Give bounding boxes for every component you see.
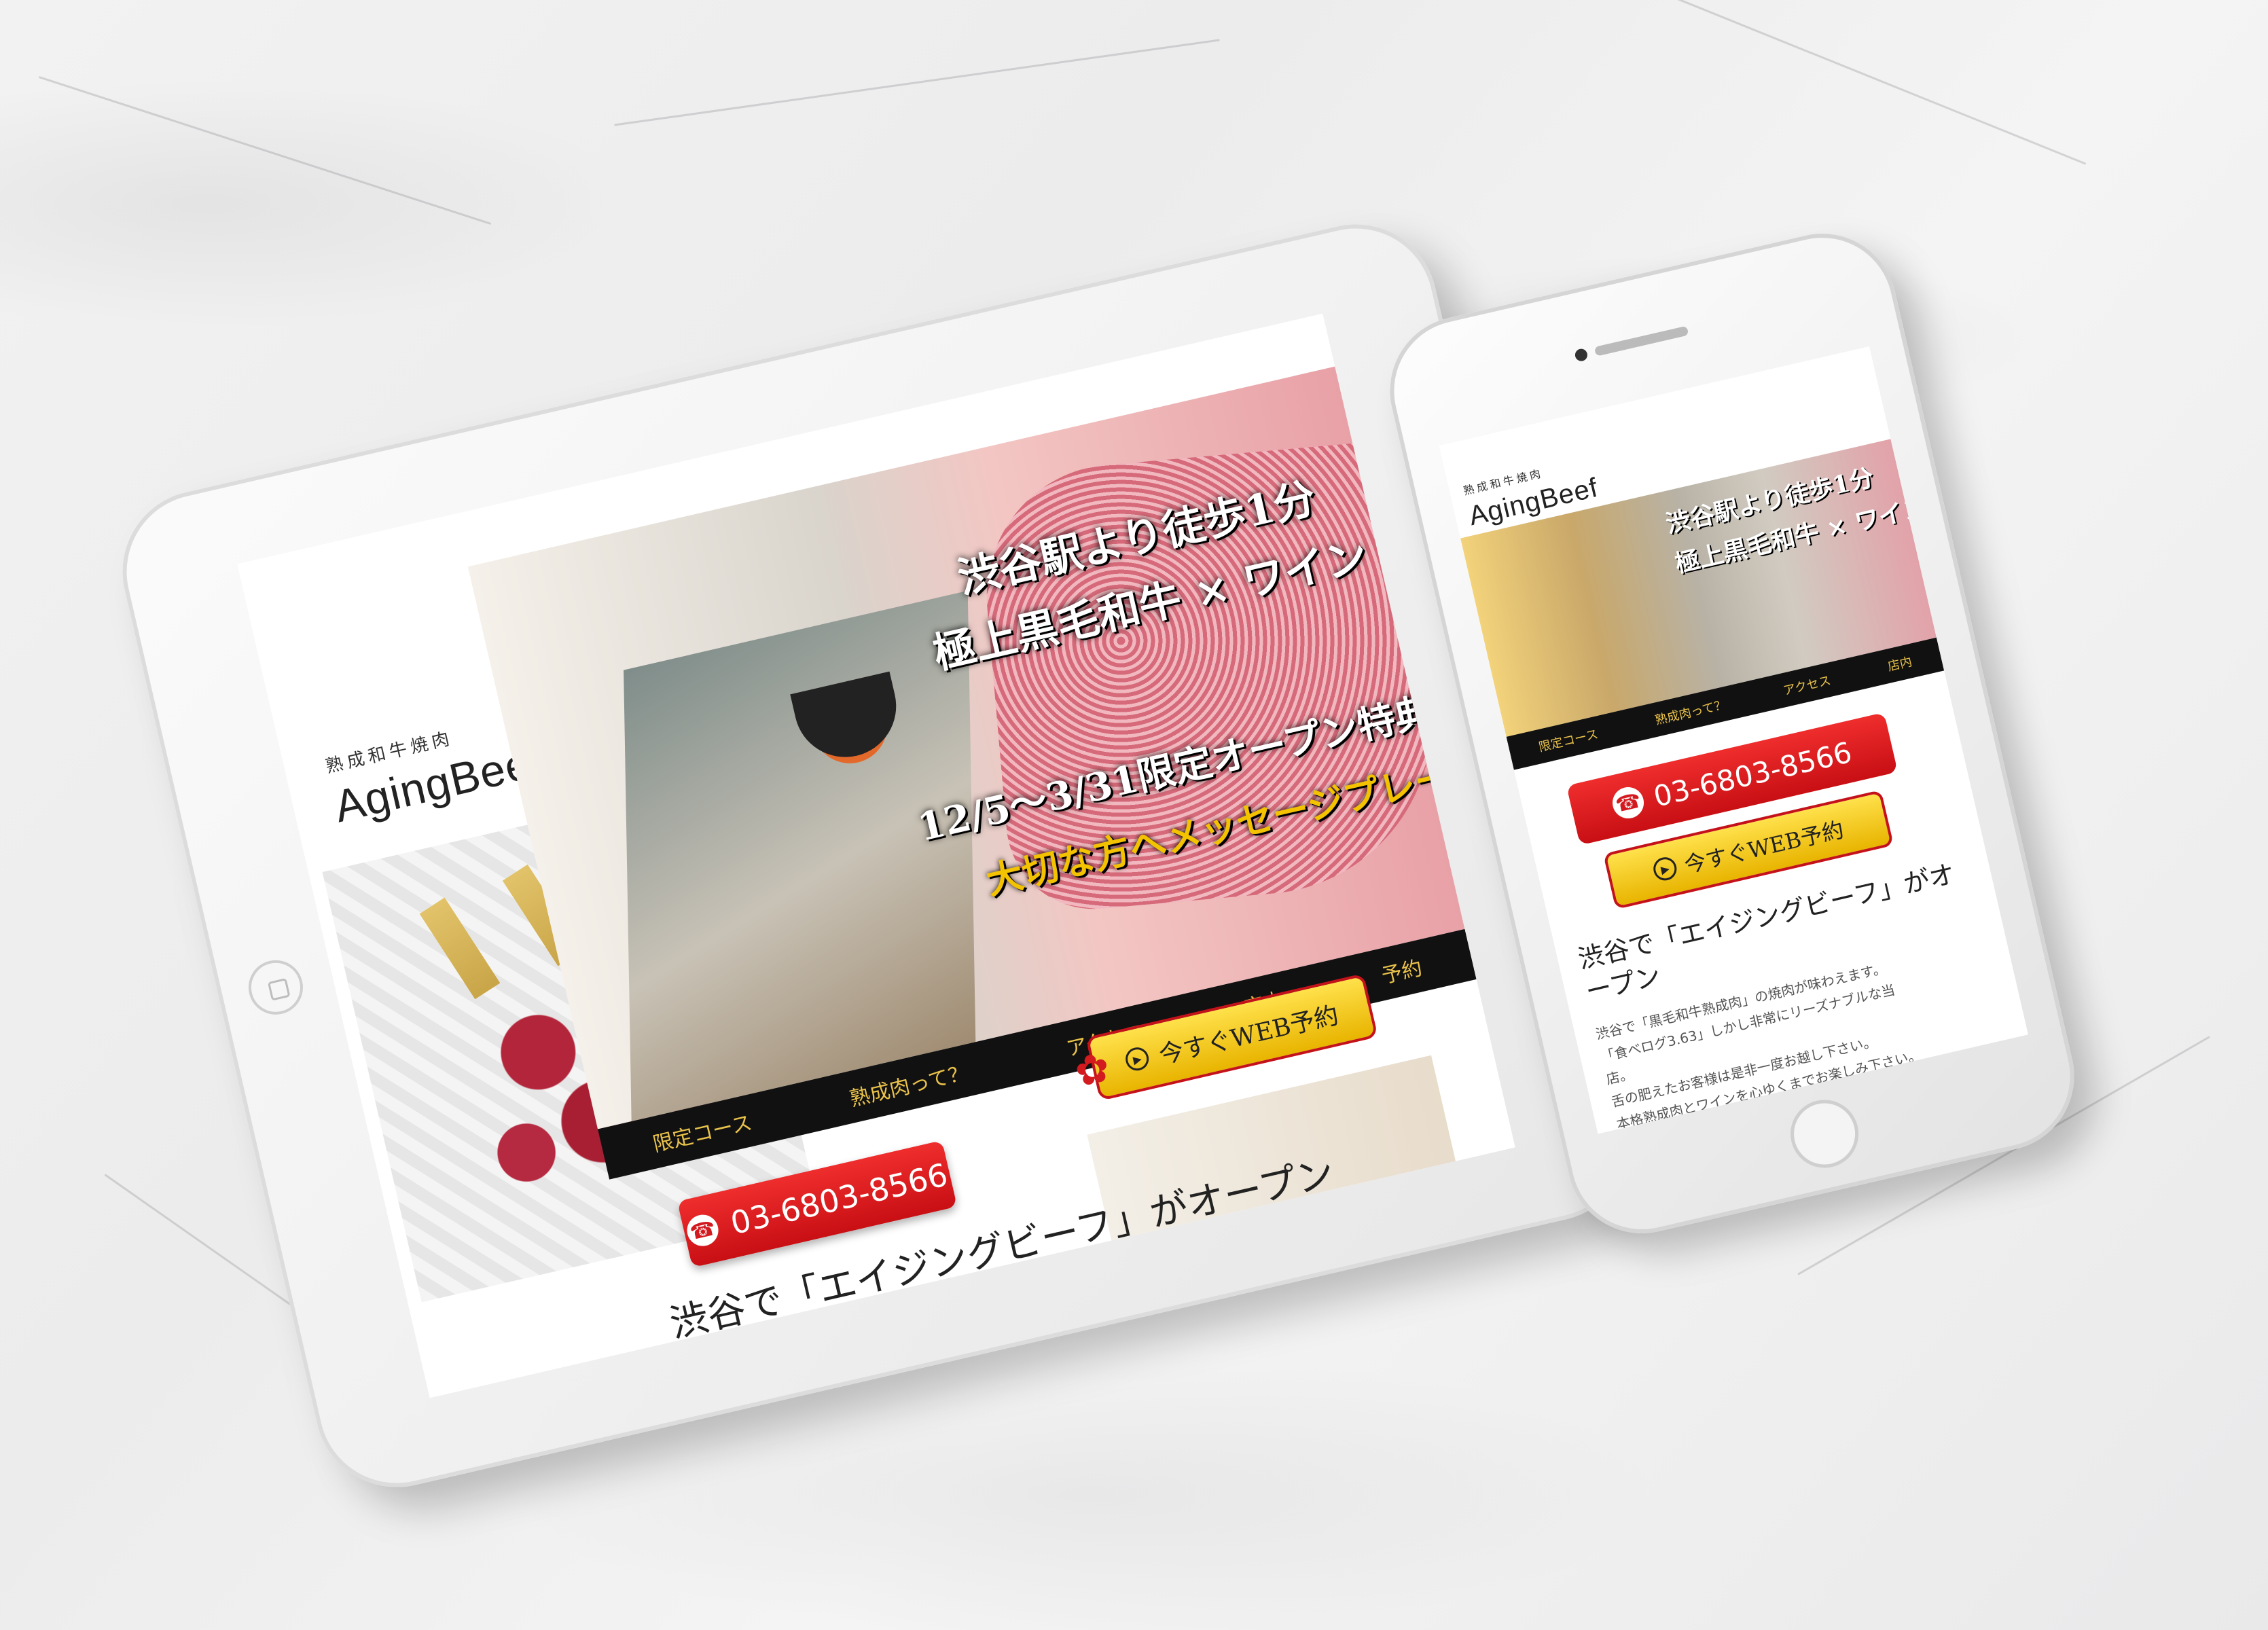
web-reserve-label: 今すぐWEB予約: [1681, 816, 1847, 879]
nav-item-about[interactable]: 熟成肉って？: [1653, 695, 1728, 728]
nav-item-store[interactable]: 店内: [1886, 652, 1913, 674]
home-button[interactable]: [1784, 1093, 1866, 1175]
nav-item-access[interactable]: アクセス: [1782, 671, 1833, 699]
marble-vein: [1581, 0, 2087, 165]
ribbon-icon: ✿: [1070, 1043, 1115, 1098]
camera-icon: [1574, 347, 1589, 363]
play-icon: ▶: [1123, 1045, 1151, 1073]
nav-item-reserve[interactable]: 予約: [1378, 951, 1424, 989]
phone-icon: ☎: [684, 1212, 722, 1250]
label-tag: [419, 897, 501, 1000]
marble-vein: [614, 39, 1220, 126]
marble-vein: [38, 75, 492, 225]
speaker-grille: [1594, 325, 1689, 357]
nav-item-course[interactable]: 限定コース: [1537, 725, 1600, 755]
play-icon: ▶: [1651, 854, 1679, 883]
home-button[interactable]: [242, 954, 308, 1020]
tablet-screen: 熟成和牛焼肉 AgingBeef 渋谷駅より徒歩1分 極上黒毛和牛 × ワイン …: [237, 313, 1515, 1398]
phone-icon: ☎: [1609, 784, 1647, 822]
phone-number: 03-6803-8566: [1650, 735, 1855, 814]
restaurant-photo: [624, 590, 976, 1122]
